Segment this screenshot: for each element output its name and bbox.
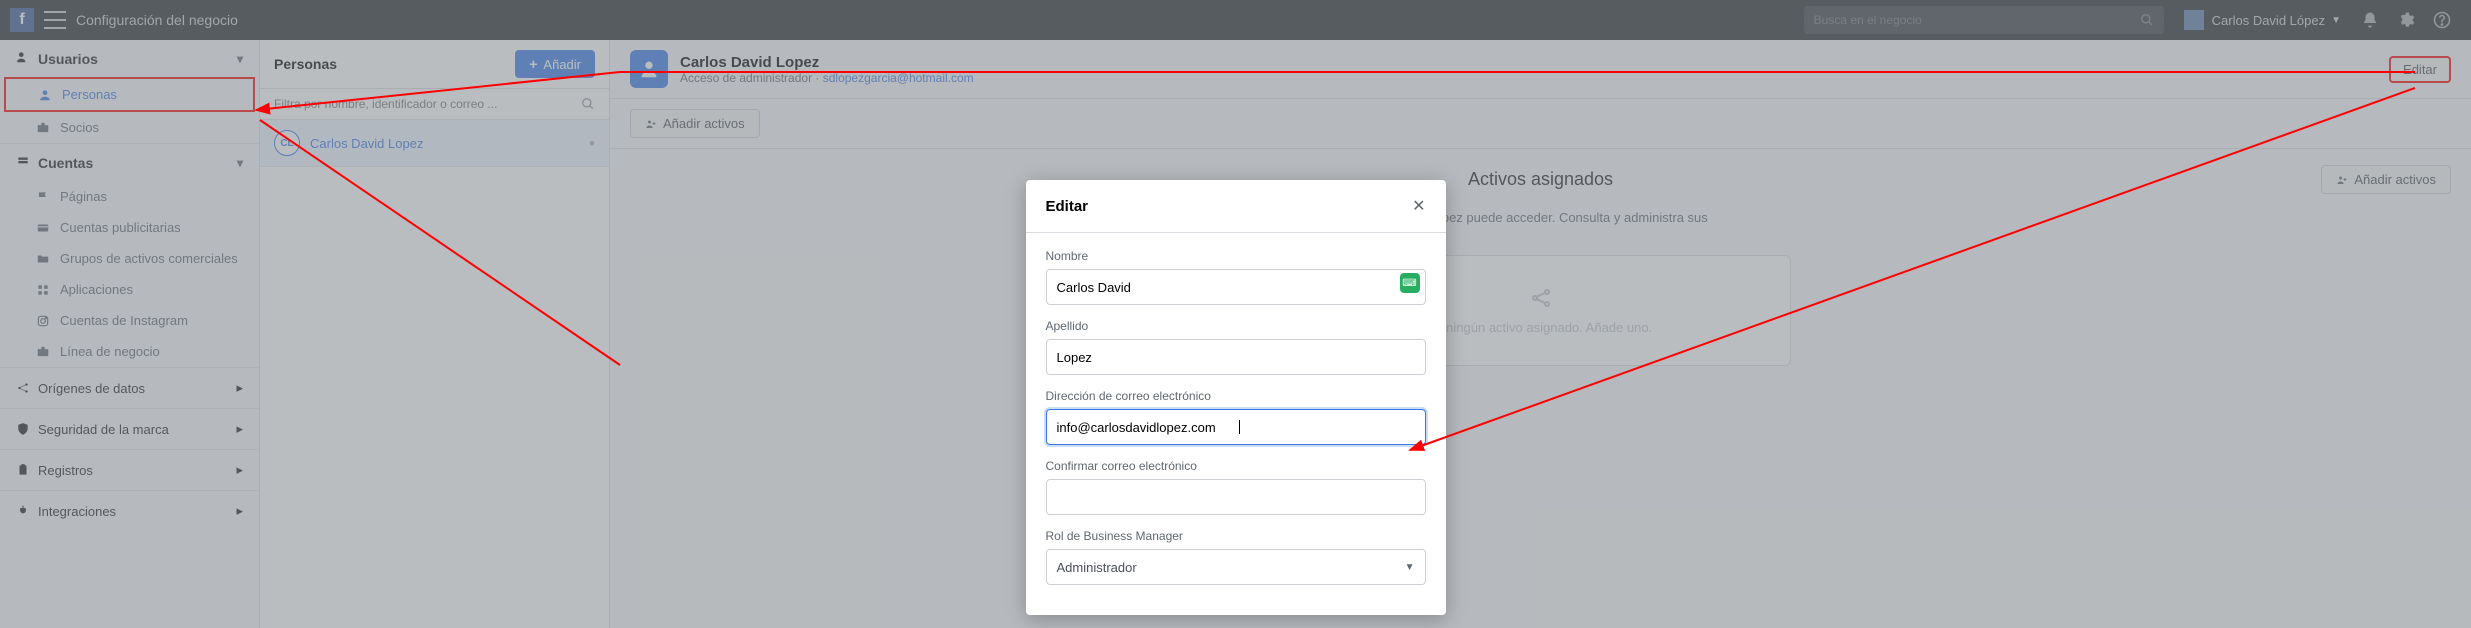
modal-overlay[interactable]: Editar ✕ Nombre ⌨ Apellido Dirección de …	[0, 0, 2471, 628]
confirm-input[interactable]	[1046, 479, 1426, 515]
text-cursor	[1239, 420, 1240, 434]
email-label: Dirección de correo electrónico	[1046, 389, 1426, 403]
edit-modal: Editar ✕ Nombre ⌨ Apellido Dirección de …	[1026, 180, 1446, 615]
nombre-label: Nombre	[1046, 249, 1426, 263]
rol-select[interactable]: Administrador ▼	[1046, 549, 1426, 585]
close-icon[interactable]: ✕	[1412, 196, 1425, 216]
rol-label: Rol de Business Manager	[1046, 529, 1426, 543]
apellido-input[interactable]	[1046, 339, 1426, 375]
apellido-label: Apellido	[1046, 319, 1426, 333]
email-input[interactable]	[1046, 409, 1426, 445]
password-manager-icon[interactable]: ⌨	[1400, 273, 1420, 293]
confirm-label: Confirmar correo electrónico	[1046, 459, 1426, 473]
chevron-down-icon: ▼	[1405, 562, 1415, 573]
modal-title: Editar	[1046, 198, 1089, 215]
nombre-input[interactable]	[1046, 269, 1426, 305]
